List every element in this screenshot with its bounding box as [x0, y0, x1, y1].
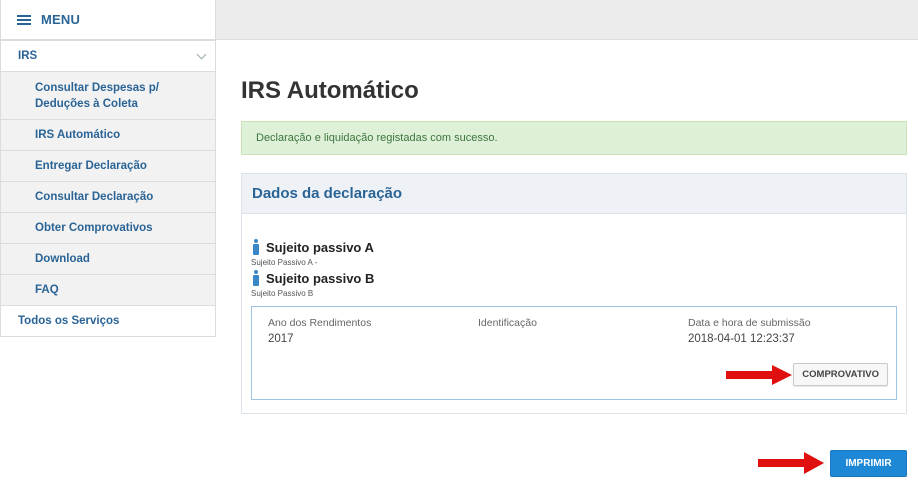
column-header: Ano dos Rendimentos: [268, 317, 372, 329]
top-bar: [216, 0, 918, 40]
main-content: IRS Automático Declaração e liquidação r…: [241, 40, 907, 414]
sidebar-item-label: Todos os Serviços: [18, 315, 120, 327]
sidebar-item-label-line2: Deduções à Coleta: [35, 97, 138, 110]
declaration-details-box: Ano dos Rendimentos 2017 Identificação D…: [251, 306, 897, 400]
hamburger-icon: [17, 14, 31, 25]
column-value: 2017: [268, 333, 294, 345]
red-arrow-icon: [726, 365, 792, 385]
person-icon: [251, 270, 261, 286]
column-identificacao: Identificação: [478, 317, 537, 333]
subject-name: Sujeito passivo A: [266, 239, 374, 255]
print-button[interactable]: IMPRIMIR: [830, 450, 907, 477]
subject-name: Sujeito passivo B: [266, 270, 375, 286]
sidebar-item-faq[interactable]: FAQ: [1, 274, 215, 305]
column-ano: Ano dos Rendimentos 2017: [268, 317, 371, 345]
sidebar-section-label: IRS: [18, 50, 38, 62]
red-arrow-icon: [758, 452, 824, 474]
menu-toggle[interactable]: MENU: [0, 0, 216, 40]
sidebar-item-entregar-declaracao[interactable]: Entregar Declaração: [1, 150, 215, 181]
sidebar-item-download[interactable]: Download: [1, 243, 215, 274]
sidebar-nav: IRS Consultar Despesas p/ Deduções à Col…: [0, 40, 216, 337]
sidebar-item-consultar-declaracao[interactable]: Consultar Declaração: [1, 181, 215, 212]
sidebar-item-label: Obter Comprovativos: [35, 222, 153, 234]
sidebar-item-irs-automatico[interactable]: IRS Automático: [1, 119, 215, 150]
sidebar-item-label: Entregar Declaração: [35, 160, 147, 172]
sidebar-item-label: Consultar Declaração: [35, 191, 154, 203]
column-data-submissao: Data e hora de submissão 2018-04-01 12:2…: [688, 317, 811, 345]
column-header: Identificação: [478, 317, 537, 329]
page-title: IRS Automático: [241, 77, 419, 104]
column-value: 2018-04-01 12:23:37: [688, 333, 795, 345]
sidebar-item-label: Download: [35, 253, 90, 265]
success-alert: Declaração e liquidação registadas com s…: [241, 121, 907, 155]
panel-body: Sujeito passivo A Sujeito Passivo A - Su…: [242, 214, 906, 413]
column-header: Data e hora de submissão: [688, 317, 811, 329]
subject-a: Sujeito passivo A: [251, 238, 897, 256]
subject-subtitle: Sujeito Passivo A -: [251, 258, 318, 267]
panel-header: Dados da declaração: [242, 174, 906, 214]
menu-label: MENU: [41, 12, 81, 27]
person-icon: [251, 239, 261, 255]
sidebar-item-todos-servicos[interactable]: Todos os Serviços: [1, 305, 215, 336]
sidebar-item-label: FAQ: [35, 284, 59, 296]
subject-b: Sujeito passivo B: [251, 269, 897, 287]
sidebar-item-consultar-despesas[interactable]: Consultar Despesas p/ Deduções à Coleta: [1, 71, 215, 119]
panel-title: Dados da declaração: [252, 185, 403, 202]
sidebar-section-irs[interactable]: IRS: [1, 40, 215, 71]
sidebar-item-label: IRS Automático: [35, 129, 121, 141]
subject-subtitle: Sujeito Passivo B: [251, 289, 314, 298]
comprovativo-button[interactable]: COMPROVATIVO: [793, 363, 888, 386]
sidebar: MENU IRS Consultar Despesas p/ Deduções …: [0, 0, 216, 337]
chevron-down-icon: [196, 49, 207, 59]
sidebar-item-label-line1: Consultar Despesas p/: [35, 81, 159, 94]
sidebar-item-obter-comprovativos[interactable]: Obter Comprovativos: [1, 212, 215, 243]
declaration-panel: Dados da declaração Sujeito passivo A Su…: [241, 173, 907, 414]
